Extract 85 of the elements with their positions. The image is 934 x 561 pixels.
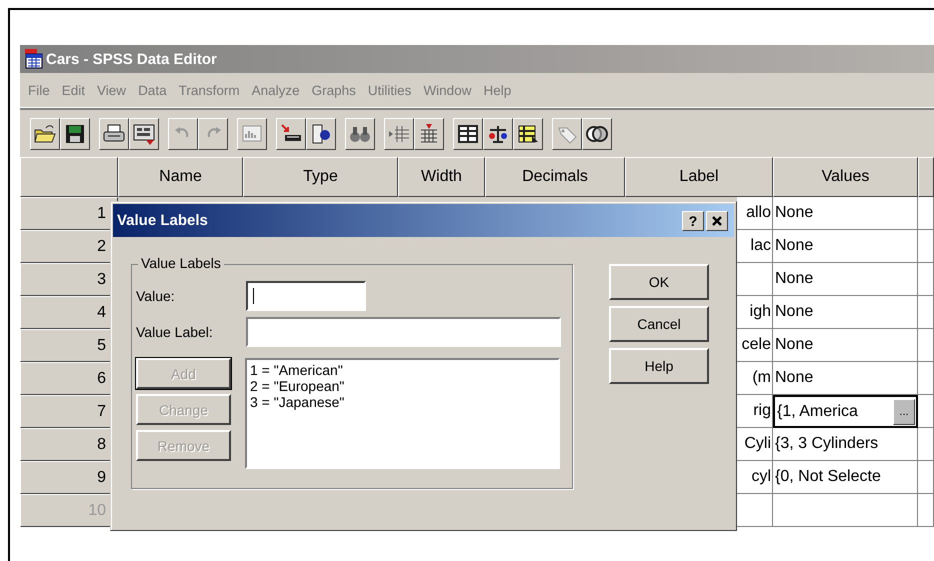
table-cell: Cyli [737,428,773,461]
toolbar-button[interactable] [198,118,228,150]
close-button[interactable] [706,210,728,230]
cell-text: {3, 3 Cylinders [775,434,878,454]
button[interactable]: OK [609,264,709,300]
list-item[interactable]: 3 = "Japanese" [250,394,555,410]
help-button[interactable]: ? [682,210,704,230]
button[interactable]: Help [609,348,709,384]
table-cell[interactable]: None [773,362,918,395]
list-item[interactable]: 2 = "European" [250,378,555,394]
toolbar-button[interactable] [582,118,612,150]
cell-text: None [775,302,814,322]
button[interactable]: Cancel [609,306,709,342]
toolbar-button[interactable] [168,118,198,150]
column-header[interactable]: Decimals [485,157,625,197]
table-cell: lac [737,230,773,263]
toolbar-button[interactable] [552,118,582,150]
toolbar-button[interactable] [414,118,444,150]
close-icon [711,214,723,226]
table-cell[interactable]: {0, Not Selecte [773,461,918,494]
ellipsis-button[interactable]: ... [893,398,915,424]
toolbar-button[interactable] [30,118,60,150]
cell-text: None [775,368,814,388]
toolbar-button[interactable] [306,118,336,150]
table-cell: rig [737,395,773,428]
table-cell: igh [737,296,773,329]
table-cell [737,494,773,527]
toolbar-button[interactable] [129,118,159,150]
input-field[interactable] [246,316,561,346]
table-cell: cele [737,329,773,362]
table-cell [918,428,934,461]
window-title: Cars - SPSS Data Editor [46,50,217,68]
cell-text: None [775,236,814,256]
table-cell [918,362,934,395]
table-cell [918,329,934,362]
table-cell[interactable]: None [773,296,918,329]
table-cell [918,263,934,296]
toolbar-button[interactable] [276,118,306,150]
list-box[interactable]: 1 = "American" 2 = "European" 3 = "Japanese" [245,358,560,469]
column-header[interactable]: Values [773,157,918,197]
toolbar-button[interactable] [237,118,267,150]
toolbar-button[interactable] [60,118,90,150]
cell-text: {0, Not Selecte [775,467,881,487]
app-icon [25,49,43,69]
table-cell [918,296,934,329]
monitor-icon [132,122,156,146]
column-header[interactable]: Type [243,157,398,197]
table-cell: allo [737,197,773,230]
table-cell[interactable]: None [773,230,918,263]
table-cell [918,461,934,494]
table-cell[interactable]: None [773,329,918,362]
table-cell[interactable]: None [773,263,918,296]
group-title: Value Labels [138,255,224,271]
table-cell [918,494,934,527]
field-label: Value: [136,288,176,304]
toolbar-button[interactable] [513,118,543,150]
toolbar-button[interactable] [345,118,375,150]
table-cell: cyl [737,461,773,494]
toolbar-button[interactable] [483,118,513,150]
column-header[interactable]: Name [118,157,243,197]
table-cell [918,197,934,230]
table-cell [918,230,934,263]
table-cell[interactable]: {3, 3 Cylinders [773,428,918,461]
table-cell [918,395,934,428]
cell-text: None [775,269,814,289]
table-cell[interactable] [773,494,918,527]
toolbar-button[interactable] [453,118,483,150]
field-label: Value Label: [136,324,214,340]
row-header[interactable]: 1 [20,197,118,230]
column-header[interactable]: Label [625,157,773,197]
table-cell[interactable]: {1, America ... [773,395,918,428]
table-cell [737,263,773,296]
table-cell: (m [737,362,773,395]
column-header[interactable] [918,157,934,197]
cell-text: None [775,335,814,355]
cell-text: None [775,203,814,223]
toolbar-button[interactable] [99,118,129,150]
input-field[interactable] [246,280,366,310]
text-caret [253,288,254,304]
cell-text: {1, America [777,402,858,422]
dialog-title: Value Labels [117,212,208,229]
list-item[interactable]: 1 = "American" [250,362,555,378]
toolbar-button[interactable] [384,118,414,150]
column-header[interactable]: Width [398,157,485,197]
table-cell[interactable]: None [773,197,918,230]
